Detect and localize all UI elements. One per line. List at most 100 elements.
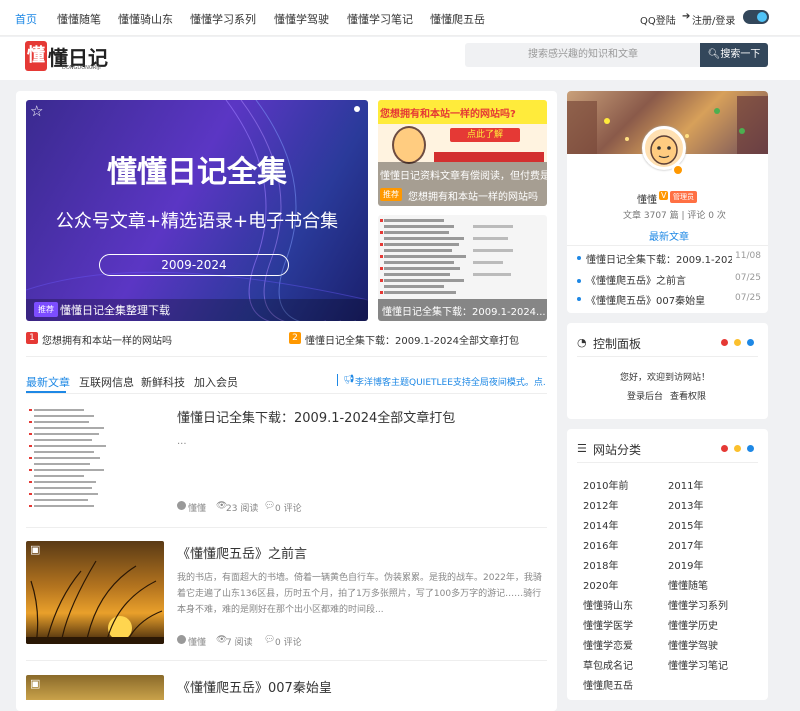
category-link[interactable]: 懂懂学历史 xyxy=(668,617,718,632)
category-link[interactable]: 懂懂学习笔记 xyxy=(668,657,728,672)
tab-membership[interactable]: 加入会员 xyxy=(194,374,238,390)
article-title[interactable]: 懂懂日记全集下载：2009.1-2024全部文章打包 xyxy=(177,407,455,426)
nav-item-study[interactable]: 懂懂学习系列 xyxy=(190,11,256,27)
article-title[interactable]: 《懂懂爬五岳》007秦始皇 xyxy=(177,677,332,696)
nav-item-shandong[interactable]: 懂懂骑山东 xyxy=(118,11,173,27)
latest-label: 最新文章 xyxy=(649,232,689,243)
nav-item-suibi[interactable]: 懂懂随笔 xyxy=(57,11,101,27)
hot-rank-2: 2 xyxy=(289,332,301,344)
search-input[interactable]: 搜索感兴趣的知识和文章 xyxy=(465,43,701,67)
view-permissions-link[interactable]: 查看权限 xyxy=(670,389,706,402)
welcome-text: 您好，欢迎到访网站！ xyxy=(620,373,711,383)
hot-link-2[interactable]: 懂懂日记全集下载：2009.1-2024全部文章打包 xyxy=(305,332,519,347)
promo-thumbnail[interactable]: 您想拥有和本站一样的网站吗? 点此了解 懂懂日记资料文章有偿阅读，但付费是 推荐… xyxy=(378,100,547,206)
comment-icon: 💬︎ xyxy=(264,501,276,511)
divider xyxy=(26,660,547,661)
category-link[interactable]: 懂懂学恋爱 xyxy=(583,637,633,652)
tab-tech[interactable]: 新鲜科技 xyxy=(141,374,185,390)
category-link[interactable]: 懂懂学医学 xyxy=(583,617,633,632)
slider-dot[interactable] xyxy=(354,106,360,112)
category-link[interactable]: 2018年 xyxy=(583,557,618,572)
sunset-image xyxy=(26,560,164,644)
category-link[interactable]: 2012年 xyxy=(583,497,618,512)
category-link[interactable]: 懂懂随笔 xyxy=(668,577,708,592)
article-thumbnail[interactable]: ▣ xyxy=(26,541,164,644)
red-dot xyxy=(721,445,728,452)
divider xyxy=(577,356,758,357)
article-title[interactable]: 《懂懂爬五岳》之前言 xyxy=(177,543,307,562)
category-link[interactable]: 2011年 xyxy=(668,477,703,492)
tab-internet[interactable]: 互联网信息 xyxy=(79,374,134,390)
hot-link-1[interactable]: 您想拥有和本站一样的网站吗 xyxy=(42,332,172,347)
user-icon: ➔ xyxy=(682,11,691,22)
recommend-badge: 推荐 xyxy=(34,302,58,317)
profile-name[interactable]: 懂懂 xyxy=(637,191,657,206)
promo-button: 点此了解 xyxy=(450,128,520,142)
search-button-label: 搜索一下 xyxy=(720,49,761,60)
category-link[interactable]: 2014年 xyxy=(583,517,618,532)
category-link[interactable]: 草包成名记 xyxy=(583,657,633,672)
promo-caption: 您想拥有和本站一样的网站吗 xyxy=(408,192,538,203)
top-nav: 首页 懂懂随笔 懂懂骑山东 懂懂学习系列 懂懂学驾驶 懂懂学习笔记 懂懂爬五岳 … xyxy=(0,0,800,36)
category-link[interactable]: 2016年 xyxy=(583,537,618,552)
file-list-image xyxy=(29,409,106,507)
category-link[interactable]: 2019年 xyxy=(668,557,703,572)
bullet xyxy=(577,279,581,283)
qq-login-link[interactable]: QQ登陆 xyxy=(640,12,676,27)
category-link[interactable]: 2017年 xyxy=(668,537,703,552)
register-link[interactable]: 注册/登录 xyxy=(692,12,735,27)
logo-subtitle: DONGDONGRIJI xyxy=(62,65,101,71)
yellow-dot xyxy=(734,339,741,346)
search-icon: 🔍︎ xyxy=(707,49,721,60)
star-icon[interactable]: ☆ xyxy=(30,102,43,120)
article-comments[interactable]: 0 评论 xyxy=(275,635,302,648)
category-link[interactable]: 懂懂学驾驶 xyxy=(668,637,718,652)
category-link[interactable]: 懂懂学习系列 xyxy=(668,597,728,612)
nav-item-driving[interactable]: 懂懂学驾驶 xyxy=(274,11,329,27)
download-thumbnail[interactable]: 懂懂日记全集下载：2009.1-2024... xyxy=(378,215,547,321)
nav-item-home[interactable]: 首页 xyxy=(15,11,37,27)
profile-stats: 文章 3707 篇 | 评论 0 次 xyxy=(623,211,726,221)
category-link[interactable]: 懂懂骑山东 xyxy=(583,597,633,612)
dark-mode-toggle[interactable] xyxy=(743,10,769,24)
featured-slider[interactable]: ☆ 懂懂日记全集 公众号文章+精选语录+电子书合集 2009-2024 推荐 懂… xyxy=(26,100,368,321)
category-link[interactable]: 2010年前 xyxy=(583,477,628,492)
divider xyxy=(577,462,758,463)
article-comments[interactable]: 0 评论 xyxy=(275,501,302,514)
latest-item[interactable]: 《懂懂爬五岳》之前言 xyxy=(586,272,686,287)
verified-badge-icon xyxy=(672,164,684,176)
search-button[interactable]: 🔍︎搜索一下 xyxy=(700,43,768,67)
category-link[interactable]: 2020年 xyxy=(583,577,618,592)
article-thumbnail[interactable] xyxy=(26,405,164,513)
divider xyxy=(567,245,768,246)
category-link[interactable]: 2013年 xyxy=(668,497,703,512)
nav-item-notes[interactable]: 懂懂学习笔记 xyxy=(347,11,413,27)
cartoon-avatar xyxy=(392,126,426,164)
divider xyxy=(26,527,547,528)
article-views: 7 阅读 xyxy=(226,638,253,648)
yellow-dot xyxy=(734,445,741,452)
article-author[interactable]: 懂懂 xyxy=(188,635,206,648)
announcement-text[interactable]: 李洋博客主题QUIETLEE支持全局夜间模式。点... xyxy=(355,375,545,388)
article-excerpt: 我的书店，有面超大的书墙。倚着一辆黄色自行车。伪装累累。是我的战车。2022年，… xyxy=(177,573,542,615)
level-badge: V xyxy=(659,191,669,200)
dashboard-icon: ◔ xyxy=(577,336,587,349)
nav-item-wuyue[interactable]: 懂懂爬五岳 xyxy=(430,11,485,27)
admin-login-link[interactable]: 登录后台 xyxy=(627,389,663,402)
latest-item[interactable]: 《懂懂爬五岳》007秦始皇 xyxy=(586,292,705,307)
categories-title: 网站分类 xyxy=(593,443,642,457)
comment-icon: 💬︎ xyxy=(264,635,276,645)
menu-icon: ☰ xyxy=(577,442,587,455)
article-author[interactable]: 懂懂 xyxy=(188,501,206,514)
promo-note: 懂懂日记资料文章有偿阅读，但付费是 xyxy=(380,171,547,182)
latest-item[interactable]: 懂懂日记全集下载：2009.1-2024... xyxy=(586,251,732,266)
promo-banner-text: 您想拥有和本站一样的网站吗? xyxy=(380,109,516,120)
category-link[interactable]: 懂懂爬五岳 xyxy=(583,677,633,692)
tab-latest[interactable]: 最新文章 xyxy=(26,374,70,390)
article-thumbnail[interactable]: ▣ xyxy=(26,675,164,700)
image-icon: ▣ xyxy=(30,677,41,690)
recommend-badge: 推荐 xyxy=(380,188,402,201)
role-badge: 管理员 xyxy=(670,191,697,203)
category-link[interactable]: 2015年 xyxy=(668,517,703,532)
slider-caption[interactable]: 懂懂日记全集整理下载 xyxy=(60,302,170,318)
